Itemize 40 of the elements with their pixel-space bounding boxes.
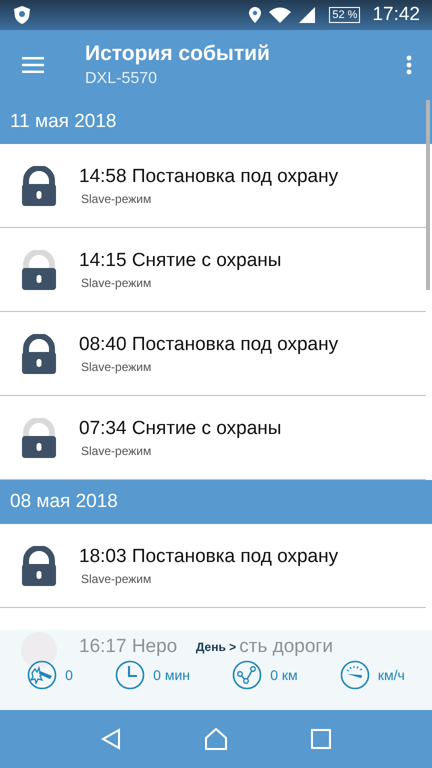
- clock-icon: [115, 660, 146, 690]
- event-row[interactable]: 14:58 Постановка под охрану Slave-режим: [0, 144, 426, 228]
- stat-value: 0 км: [270, 667, 298, 683]
- period-link[interactable]: День >: [196, 640, 236, 654]
- menu-icon: [22, 57, 44, 73]
- clock: 17:42: [372, 4, 420, 26]
- route-icon: [232, 660, 262, 690]
- event-mode: Slave-режим: [81, 276, 152, 290]
- event-title: 18:03 Постановка под охрану: [79, 546, 338, 568]
- event-title: 14:15 Снятие с охраны: [79, 250, 282, 272]
- battery-indicator: 52 %: [329, 7, 360, 23]
- event-mode: Slave-режим: [81, 572, 152, 586]
- event-row[interactable]: 18:03 Постановка под охрану Slave-режим: [0, 524, 426, 608]
- screen-title: История событий: [85, 42, 271, 66]
- event-mode: Slave-режим: [81, 192, 152, 206]
- more-icon: [406, 55, 412, 75]
- stat-value: 0: [65, 667, 73, 683]
- speedometer-icon: [340, 660, 370, 690]
- event-mode: Slave-режим: [81, 444, 152, 458]
- event-row[interactable]: 08:40 Постановка под охрану Slave-режим: [0, 312, 426, 396]
- event-title-fragment: сть дороги: [239, 636, 333, 658]
- wifi-icon: [269, 7, 292, 23]
- date-header: 11 мая 2018: [0, 100, 432, 144]
- device-name: DXL-5570: [85, 70, 158, 88]
- event-mode: Slave-режим: [81, 360, 152, 374]
- back-icon: [101, 728, 122, 750]
- location-pin-icon: [249, 7, 262, 23]
- event-title: 07:34 Снятие с охраны: [79, 418, 282, 440]
- event-row[interactable]: 14:15 Снятие с охраны Slave-режим: [0, 228, 426, 312]
- stat-value: км/ч: [378, 667, 405, 683]
- event-title: 14:58 Постановка под охрану: [79, 166, 338, 188]
- date-header: 08 мая 2018: [0, 480, 432, 524]
- event-title-fragment: 16:17 Неро: [79, 636, 178, 658]
- home-icon: [204, 728, 228, 750]
- shield-icon: [14, 6, 30, 24]
- bump-icon: [27, 660, 58, 690]
- event-title: 08:40 Постановка под охрану: [79, 334, 338, 356]
- stat-value: 0 мин: [153, 667, 190, 683]
- square-icon: [310, 729, 331, 749]
- signal-icon: [299, 7, 316, 23]
